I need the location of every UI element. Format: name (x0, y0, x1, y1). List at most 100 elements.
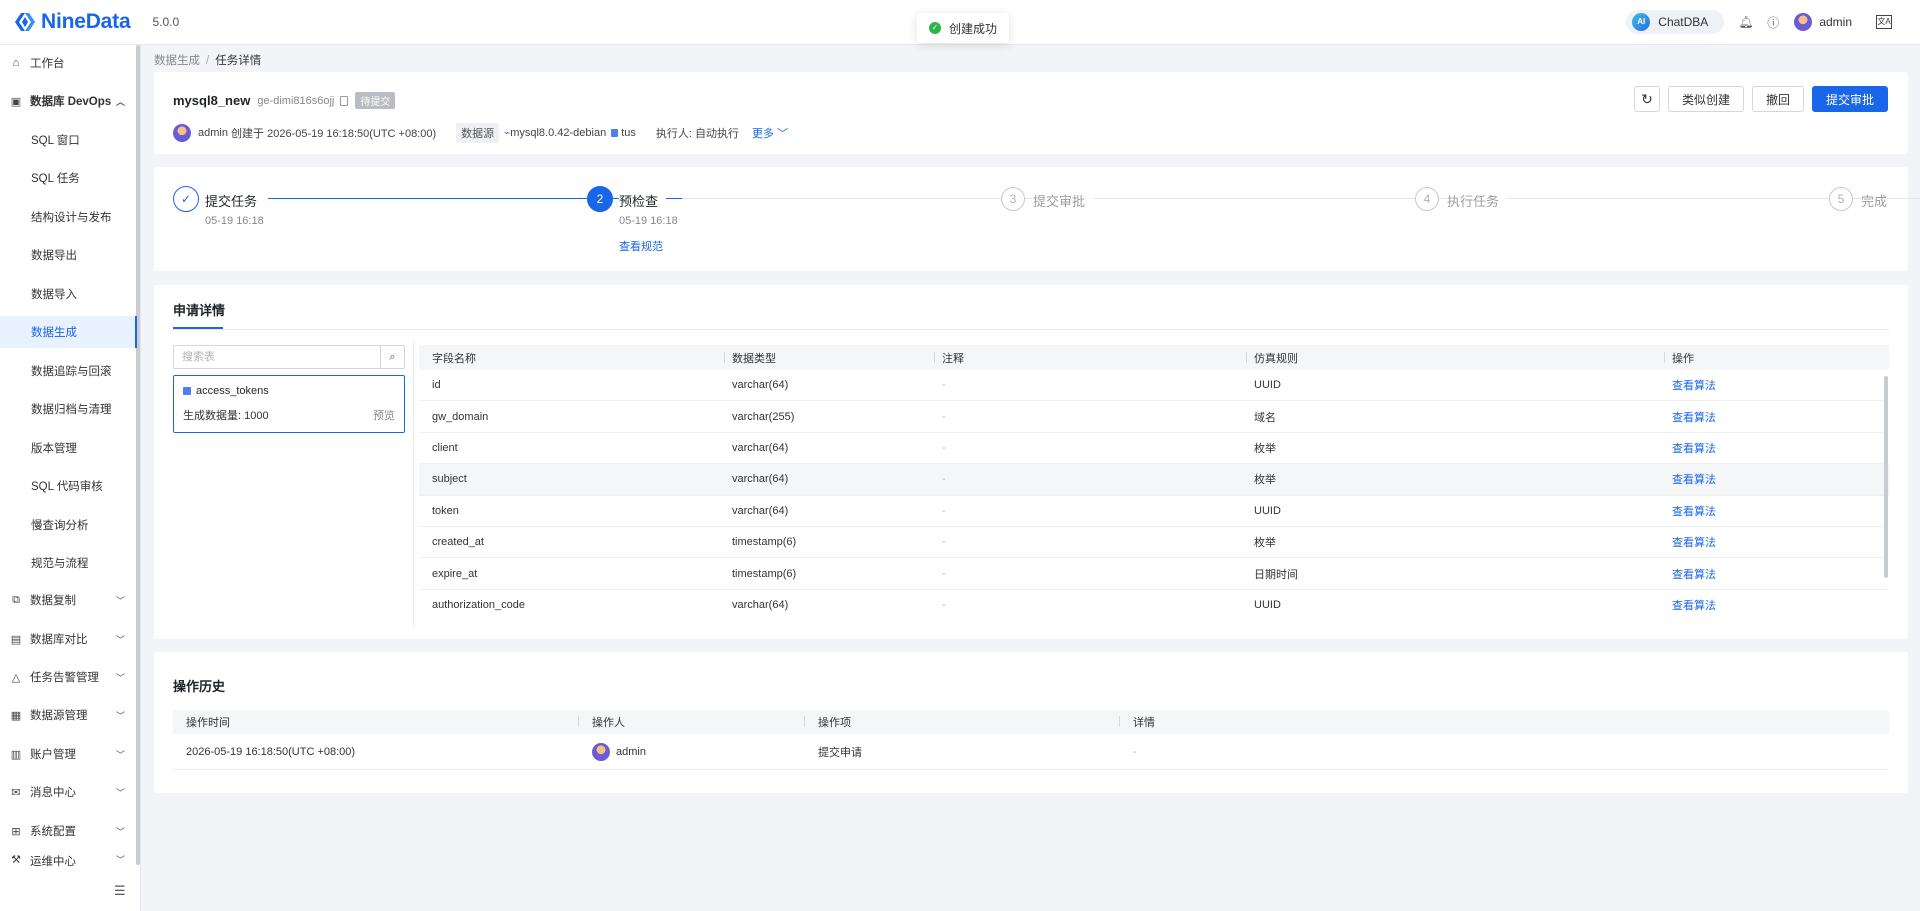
breadcrumb-separator: / (206, 55, 210, 67)
submit-approval-button[interactable]: 提交审批 (1811, 86, 1888, 112)
search-input[interactable] (174, 346, 380, 368)
sidebar-item-sql-review[interactable]: SQL 代码审核 (0, 470, 137, 502)
sidebar-item-ops[interactable]: ⚒ 运维中心 ﹀ (0, 853, 137, 871)
sidebar-item-compare[interactable]: ▤ 数据库对比 ﹀ (0, 623, 137, 655)
field-type: varchar(64) (732, 379, 789, 392)
sidebar-item-system-config[interactable]: ⊞ 系统配置 ﹀ (0, 815, 137, 847)
step-connector (1510, 198, 1920, 199)
sidebar-item-version-management[interactable]: 版本管理 (0, 432, 137, 464)
home-icon: ⌂ (12, 57, 20, 69)
step-time: 05-19 16:18 (205, 215, 264, 227)
search-icon[interactable]: ⌕ (380, 346, 404, 368)
step-number: 3 (1001, 187, 1025, 211)
view-standards-link[interactable]: 查看规范 (619, 238, 663, 254)
column-separator (724, 352, 725, 363)
section-title[interactable]: 申请详情 (173, 300, 225, 319)
revoke-button[interactable]: 撤回 (1751, 86, 1804, 112)
view-algorithm-link[interactable]: 查看算法 (1672, 370, 1716, 400)
progress-steps-card: ✓ 提交任务 05-19 16:18 2 预检查 05-19 16:18 查看规… (154, 167, 1920, 271)
chevron-down-icon: ﹀ (115, 710, 125, 721)
similar-create-button[interactable]: 类似创建 (1667, 86, 1744, 112)
field-type: varchar(64) (732, 599, 789, 612)
task-actions: ↻ 类似创建 撤回 提交审批 (1626, 86, 1888, 112)
sidebar-item-label: 版本管理 (31, 443, 77, 455)
top-bar: NineData 5.0.0 ✓ 创建成功 AI ChatDBA 🔔︎ ⓘ ad… (0, 0, 1920, 45)
refresh-icon: ↻ (1641, 90, 1653, 107)
table-scrollbar[interactable] (1884, 376, 1888, 578)
table-row: created_at timestamp(6) - 枚举 查看算法 (419, 527, 1889, 559)
column-header: 仿真规则 (1254, 352, 1298, 365)
view-algorithm-link[interactable]: 查看算法 (1672, 527, 1716, 557)
breadcrumb-current: 任务详情 (215, 55, 262, 67)
breadcrumb-parent[interactable]: 数据生成 (154, 55, 200, 67)
field-table: 字段名称 数据类型 注释 仿真规则 操作 id varchar(64) - UU… (419, 345, 1889, 621)
executor-value: 自动执行 (695, 128, 740, 140)
view-algorithm-link[interactable]: 查看算法 (1672, 401, 1716, 431)
refresh-button[interactable]: ↻ (1633, 86, 1660, 112)
sidebar-item-alarm[interactable]: △ 任务告警管理 ﹀ (0, 661, 137, 693)
table-row: id varchar(64) - UUID 查看算法 (419, 370, 1889, 402)
task-id: ge-dimi816s6ojj (257, 94, 335, 107)
user-menu[interactable]: admin (1794, 13, 1852, 31)
sidebar-item-label: 运维中心 (30, 856, 76, 868)
sidebar-item-workbench[interactable]: ⌂ 工作台 (0, 47, 137, 79)
help-icon[interactable]: ⓘ (1766, 14, 1780, 31)
language-icon[interactable]: 文A (1876, 15, 1892, 29)
column-separator (578, 716, 579, 727)
sidebar-item-messages[interactable]: ✉ 消息中心 ﹀ (0, 776, 137, 808)
app-logo[interactable]: NineData (12, 10, 131, 34)
user-name: admin (1819, 15, 1852, 29)
step-label: 完成 (1861, 191, 1888, 210)
view-algorithm-link[interactable]: 查看算法 (1672, 496, 1716, 526)
datasource-name[interactable]: mysql8.0.42-debian (510, 127, 606, 139)
sidebar-item-standards[interactable]: 规范与流程 (0, 547, 137, 579)
sidebar-item-data-export[interactable]: 数据导出 (0, 239, 137, 271)
sidebar-item-label: 消息中心 (30, 787, 76, 799)
table-search: ⌕ (173, 345, 405, 369)
sidebar-item-replication[interactable]: ⧉ 数据复制 ﹀ (0, 584, 137, 616)
sidebar-item-data-archive[interactable]: 数据归档与清理 (0, 393, 137, 425)
table-name-label: access_tokens (196, 385, 269, 397)
field-rule: 域名 (1254, 411, 1276, 424)
copy-icon[interactable] (340, 95, 349, 106)
tab-divider (173, 329, 1889, 330)
sidebar-item-sql-task[interactable]: SQL 任务 (0, 162, 137, 194)
table-row: 2026-05-19 16:18:50(UTC +08:00) admin 提交… (173, 734, 1889, 770)
sidebar-item-devops[interactable]: ▣ 数据库 DevOps ︿ (0, 85, 137, 117)
table-row: token varchar(64) - UUID 查看算法 (419, 496, 1889, 527)
sidebar-item-data-generation[interactable]: 数据生成 (0, 316, 137, 348)
collapse-menu-icon[interactable]: ☰ (114, 883, 126, 899)
sidebar-item-data-tracking[interactable]: 数据追踪与回滚 (0, 355, 137, 387)
sidebar-item-label: 系统配置 (30, 826, 76, 838)
alarm-icon: △ (11, 671, 21, 684)
sidebar-item-account[interactable]: ▥ 账户管理 ﹀ (0, 738, 137, 770)
sidebar-item-label: 数据导入 (31, 289, 77, 301)
view-algorithm-link[interactable]: 查看算法 (1672, 464, 1716, 494)
bell-icon[interactable]: 🔔︎ (1738, 15, 1753, 29)
chevron-down-icon: ﹀ (777, 128, 789, 140)
history-table: 操作时间 操作人 操作项 详情 2026-05-19 16:18:50(UTC … (173, 710, 1889, 770)
tool-icon: ⚒ (11, 854, 21, 866)
more-link[interactable]: 更多 ﹀ (752, 125, 788, 141)
sidebar-item-schema-design[interactable]: 结构设计与发布 (0, 201, 137, 233)
view-algorithm-link[interactable]: 查看算法 (1672, 590, 1716, 621)
status-badge: 待提交 (355, 92, 396, 109)
table-list-item[interactable]: access_tokens 生成数据量: 1000 预览 (173, 375, 405, 433)
field-name: gw_domain (432, 410, 489, 423)
field-rule: UUID (1254, 379, 1281, 392)
field-type: varchar(64) (732, 441, 789, 454)
preview-link[interactable]: 预览 (373, 407, 395, 423)
database-name: tus (621, 127, 636, 139)
view-algorithm-link[interactable]: 查看算法 (1672, 433, 1716, 463)
chatdba-button[interactable]: AI ChatDBA (1626, 10, 1725, 34)
datasource-tag: 数据源 (456, 123, 500, 143)
sidebar-item-datasource[interactable]: ▦ 数据源管理 ﹀ (0, 699, 137, 731)
sidebar-item-label: 任务告警管理 (30, 672, 99, 684)
column-separator (1119, 716, 1120, 727)
view-algorithm-link[interactable]: 查看算法 (1672, 558, 1716, 588)
column-header: 详情 (1133, 717, 1155, 729)
sidebar-item-slow-query[interactable]: 慢查询分析 (0, 509, 137, 541)
sidebar-item-sql-window[interactable]: SQL 窗口 (0, 124, 137, 156)
sidebar-item-data-import[interactable]: 数据导入 (0, 278, 137, 310)
task-name: mysql8_new (173, 93, 251, 108)
